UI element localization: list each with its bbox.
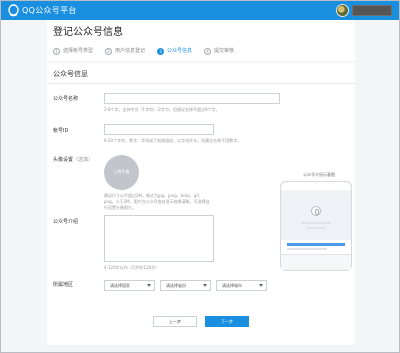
avatar-label: 头像设置（选填） bbox=[53, 157, 93, 164]
country-select[interactable]: 请选择国家 bbox=[104, 280, 155, 291]
qq-logo-icon[interactable] bbox=[7, 4, 20, 17]
top-header: QQ公众号平台 bbox=[1, 1, 399, 20]
preview-line bbox=[307, 227, 325, 229]
preview-footer bbox=[281, 254, 351, 270]
step-label: 选择帐号类型 bbox=[63, 48, 94, 54]
step-number: 3 bbox=[157, 47, 165, 55]
id-label: 帐号ID bbox=[53, 128, 69, 134]
preview-title: 公众号介绍示意图 bbox=[303, 172, 335, 177]
intro-hint: 4-120字以内（2字符/120字） bbox=[104, 265, 160, 270]
intro-label: 公众号介绍 bbox=[53, 219, 79, 225]
account-name-input[interactable] bbox=[104, 93, 280, 104]
account-menu[interactable] bbox=[352, 5, 392, 16]
prev-step-button[interactable]: 上一步 bbox=[153, 316, 197, 327]
intro-textarea[interactable] bbox=[104, 215, 214, 262]
province-select[interactable]: 请选择省份 bbox=[160, 280, 211, 291]
step-item: 2 用户信息登记 bbox=[105, 47, 145, 55]
section-divider bbox=[47, 83, 355, 84]
next-step-button[interactable]: 下一步 bbox=[205, 316, 249, 327]
step-label: 提交审核 bbox=[214, 48, 235, 54]
step-label: 公众号信息 bbox=[167, 48, 193, 54]
section-title: 公众号信息 bbox=[53, 70, 88, 78]
step-item-active: 3 公众号信息 bbox=[157, 47, 192, 55]
avatar-label-text: 头像设置 bbox=[53, 157, 74, 163]
page-header: 登记公众号信息 1 选择帐号类型 2 用户信息登记 3 公众号信息 4 提交审核 bbox=[47, 20, 355, 61]
step-number: 4 bbox=[204, 47, 212, 55]
account-id-input[interactable] bbox=[104, 124, 214, 135]
city-select-value: 请选择城市 bbox=[222, 283, 242, 288]
app-window: QQ公众号平台 登记公众号信息 1 选择帐号类型 2 用户信息登记 3 公众号信… bbox=[0, 0, 400, 353]
upload-avatar-button[interactable]: 上传头像 bbox=[104, 155, 139, 190]
user-avatar-icon[interactable] bbox=[336, 4, 349, 17]
form-panel: 公众号信息 公众号名称 2-8个字，支持中文（1字符）/2字节，但建议名称不超过… bbox=[47, 63, 355, 345]
chevron-down-icon bbox=[259, 284, 263, 287]
step-indicator: 1 选择帐号类型 2 用户信息登记 3 公众号信息 4 提交审核 bbox=[53, 47, 246, 55]
name-label: 公众号名称 bbox=[53, 96, 79, 102]
step-item: 1 选择帐号类型 bbox=[53, 47, 93, 55]
brand-title[interactable]: QQ公众号平台 bbox=[22, 4, 77, 17]
chevron-down-icon bbox=[147, 284, 151, 287]
chevron-down-icon bbox=[203, 284, 207, 287]
preview-highlight bbox=[287, 243, 345, 246]
name-hint: 2-8个字，支持中文（1字符）/2字节，但建议名称不超过8个字。 bbox=[104, 107, 220, 112]
country-select-value: 请选择国家 bbox=[110, 283, 130, 288]
avatar-hint: 建议尺寸以不超过2M，格式为jpg、jpeg、bmp、gif、png，小于2M，… bbox=[104, 193, 210, 210]
city-select[interactable]: 请选择城市 bbox=[216, 280, 267, 291]
phone-preview bbox=[280, 181, 352, 271]
preview-line bbox=[287, 248, 327, 250]
step-label: 用户信息登记 bbox=[115, 48, 146, 54]
upload-avatar-label: 上传头像 bbox=[113, 169, 130, 174]
step-item: 4 提交审核 bbox=[204, 47, 234, 55]
id-hint: 6-20个字符，数字、字母或下划线组成，以字母开头，但建议名称不用数字。 bbox=[104, 138, 242, 143]
province-select-value: 请选择省份 bbox=[166, 283, 186, 288]
step-number: 1 bbox=[53, 47, 60, 55]
region-label: 所属地区 bbox=[53, 282, 74, 288]
step-number: 2 bbox=[105, 47, 113, 55]
preview-profile-bg bbox=[281, 195, 351, 240]
optional-tag: （选填） bbox=[73, 157, 94, 163]
page-title: 登记公众号信息 bbox=[53, 27, 123, 38]
preview-line bbox=[301, 222, 331, 224]
preview-avatar-icon bbox=[311, 206, 321, 216]
